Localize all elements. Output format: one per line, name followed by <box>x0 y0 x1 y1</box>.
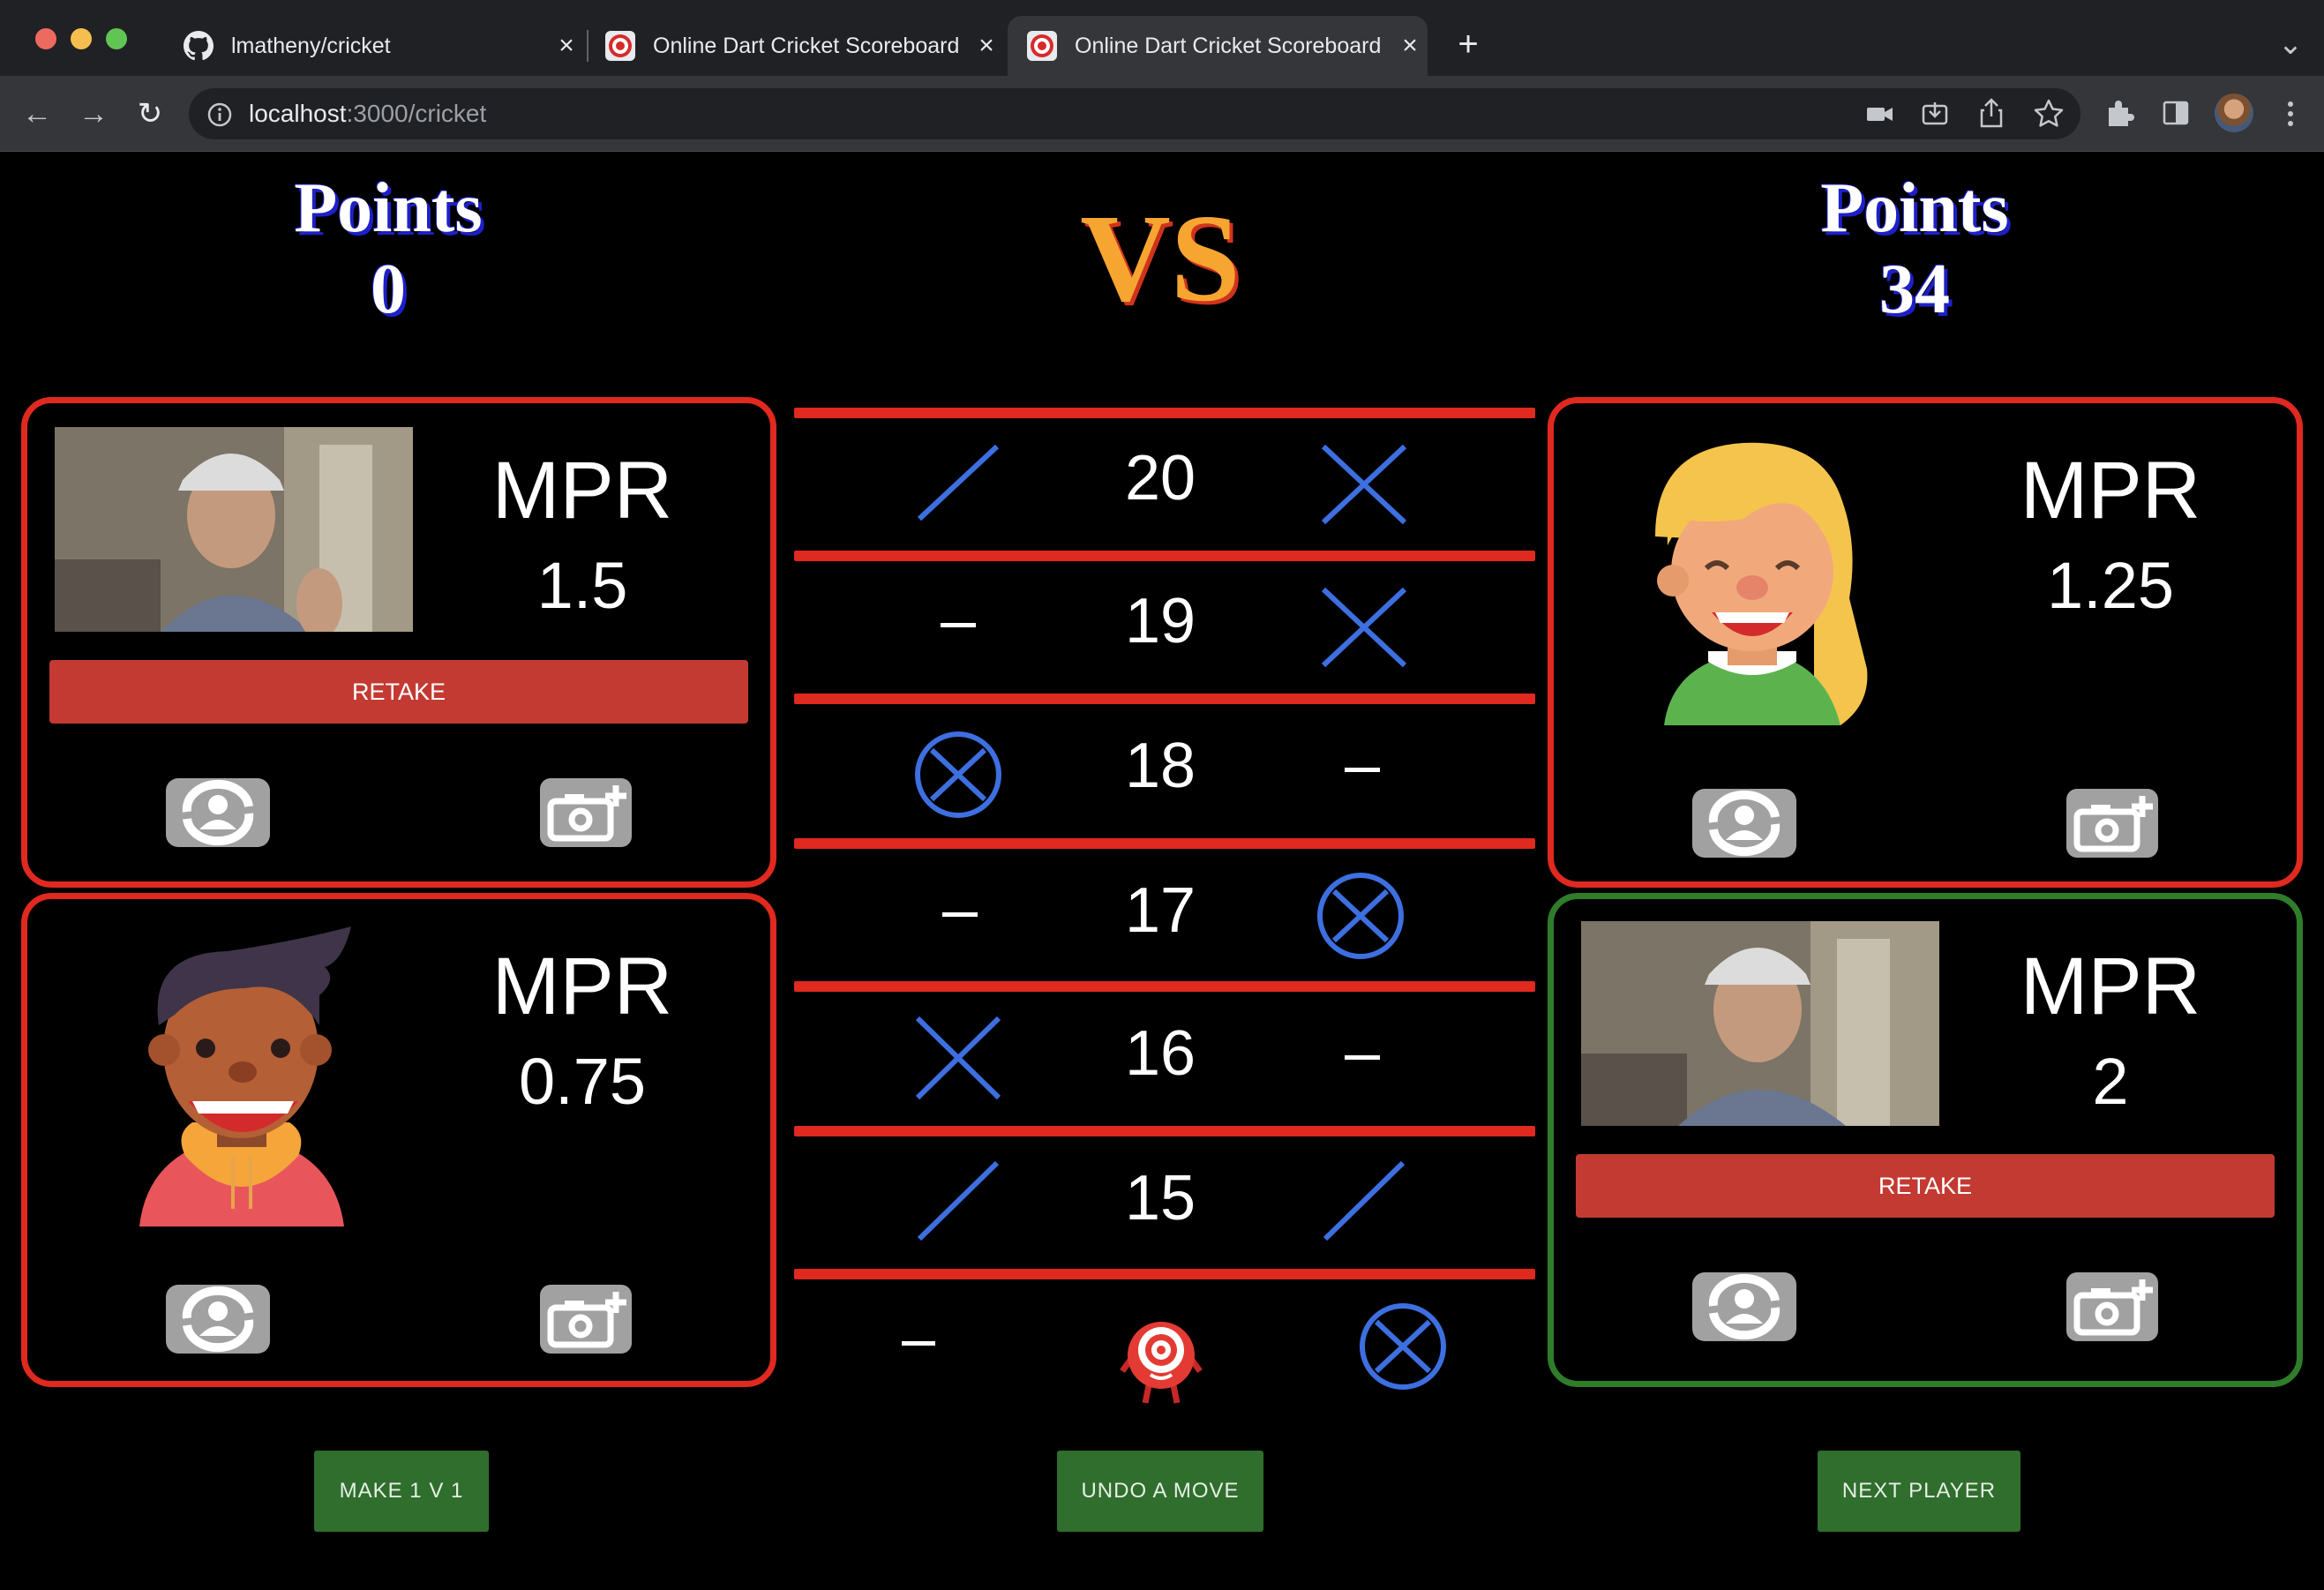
mpr-label: MPR <box>2020 446 2201 536</box>
window-close-dot[interactable] <box>35 28 56 49</box>
dartboard-icon <box>605 31 635 61</box>
retake-button[interactable]: RETAKE <box>1576 1154 2275 1218</box>
tab-close-icon[interactable]: × <box>1392 31 1428 61</box>
bookmark-star-icon[interactable] <box>2033 98 2065 128</box>
mark-x-icon[interactable] <box>1320 443 1408 526</box>
switch-player-icon[interactable] <box>164 776 272 849</box>
mark-circle-x-icon[interactable] <box>1359 1302 1447 1391</box>
profile-avatar[interactable] <box>2215 94 2253 132</box>
right-points-value: 34 <box>1879 251 1950 328</box>
player-photo <box>1581 921 1939 1126</box>
row-divider <box>794 408 1535 418</box>
extensions-puzzle-icon[interactable] <box>2103 97 2135 129</box>
webcam-photo-image <box>1581 921 1939 1126</box>
left-points-label: Points <box>294 169 483 247</box>
boy-avatar-icon <box>139 926 351 1226</box>
new-tab-button[interactable]: + <box>1449 26 1488 62</box>
dartboard-icon <box>1027 31 1057 61</box>
window-minimize-dot[interactable] <box>71 28 92 49</box>
webcam-photo-image <box>55 427 413 632</box>
camera-in-use-icon[interactable] <box>1865 101 1895 127</box>
reload-icon[interactable]: ↻ <box>131 96 169 131</box>
more-menu-icon[interactable] <box>2283 99 2298 129</box>
tab-title: Online Dart Cricket Scoreboard <box>653 33 960 58</box>
tab-scoreboard-1[interactable]: Online Dart Cricket Scoreboard × <box>586 16 1004 76</box>
row-divider <box>794 981 1535 992</box>
left-points-value: 0 <box>371 251 406 328</box>
mpr-value: 1.5 <box>536 549 628 622</box>
mark-slash-icon[interactable] <box>1320 1159 1408 1242</box>
mpr-value: 0.75 <box>518 1045 647 1118</box>
next-player-button[interactable]: NEXT PLAYER <box>1818 1451 2020 1532</box>
mark-x-icon[interactable] <box>914 1015 1002 1101</box>
switch-player-icon[interactable] <box>1691 787 1798 859</box>
mark-dash-icon[interactable] <box>941 623 976 627</box>
add-photo-icon[interactable] <box>538 1283 633 1355</box>
score-number-18: 18 <box>1124 731 1196 801</box>
add-photo-icon[interactable] <box>2065 787 2160 859</box>
mark-slash-icon[interactable] <box>914 443 1002 522</box>
back-arrow-icon[interactable]: ← <box>18 96 56 131</box>
github-icon <box>184 31 214 61</box>
mpr-label: MPR <box>491 941 673 1031</box>
mpr-label: MPR <box>491 446 673 536</box>
add-photo-icon[interactable] <box>2065 1271 2160 1343</box>
mpr-label: MPR <box>2020 941 2201 1031</box>
retake-button[interactable]: RETAKE <box>49 660 748 724</box>
score-number-19: 19 <box>1124 586 1196 656</box>
mark-circle-x-icon[interactable] <box>1316 872 1405 960</box>
player-photo <box>55 427 413 632</box>
side-panel-icon[interactable] <box>2162 99 2190 127</box>
undo-move-button[interactable]: UNDO A MOVE <box>1057 1451 1263 1532</box>
add-photo-icon[interactable] <box>538 776 633 849</box>
girl-avatar-icon <box>1655 442 1868 725</box>
url-path: :3000/cricket <box>346 100 487 127</box>
tab-search-chevron-icon[interactable]: ⌄ <box>2271 26 2310 62</box>
switch-player-icon[interactable] <box>1691 1271 1798 1343</box>
row-divider <box>794 1126 1535 1136</box>
mark-dash-icon[interactable] <box>1345 1055 1380 1060</box>
row-divider <box>794 1269 1535 1279</box>
score-number-17: 17 <box>1124 875 1196 946</box>
share-icon[interactable] <box>1978 97 2005 129</box>
tab-github[interactable]: lmatheny/cricket × <box>164 16 584 76</box>
mpr-value: 2 <box>2092 1045 2129 1118</box>
row-divider <box>794 551 1535 561</box>
mark-dash-icon[interactable] <box>902 1341 935 1346</box>
mark-x-icon[interactable] <box>1320 586 1408 669</box>
row-divider <box>794 694 1535 704</box>
bullseye-mascot-icon <box>1120 1322 1203 1404</box>
mark-dash-icon[interactable] <box>1345 768 1380 772</box>
install-app-icon[interactable] <box>1920 99 1950 129</box>
score-number-16: 16 <box>1124 1018 1196 1089</box>
score-number-20: 20 <box>1124 443 1196 514</box>
forward-arrow-icon[interactable]: → <box>74 96 113 131</box>
score-number-15: 15 <box>1124 1163 1196 1234</box>
window-zoom-dot[interactable] <box>106 28 127 49</box>
mark-slash-icon[interactable] <box>914 1159 1002 1242</box>
tab-close-icon[interactable]: × <box>969 31 1004 61</box>
make-1v1-button[interactable]: MAKE 1 V 1 <box>314 1451 489 1532</box>
mark-dash-icon[interactable] <box>942 912 978 917</box>
mpr-value: 1.25 <box>2046 549 2175 622</box>
row-divider <box>794 838 1535 849</box>
mark-circle-x-icon[interactable] <box>914 731 1002 819</box>
tab-scoreboard-2[interactable]: Online Dart Cricket Scoreboard × <box>1008 16 1428 76</box>
tab-close-icon[interactable]: × <box>549 31 584 61</box>
switch-player-icon[interactable] <box>164 1283 272 1355</box>
right-points-label: Points <box>1820 169 2009 247</box>
url-host: localhost <box>249 100 347 127</box>
vs-label: VS <box>1080 188 1241 327</box>
tab-title: Online Dart Cricket Scoreboard <box>1075 33 1382 58</box>
site-info-icon[interactable] <box>206 101 233 128</box>
address-url: localhost:3000/cricket <box>249 97 486 131</box>
tab-title: lmatheny/cricket <box>231 33 391 58</box>
